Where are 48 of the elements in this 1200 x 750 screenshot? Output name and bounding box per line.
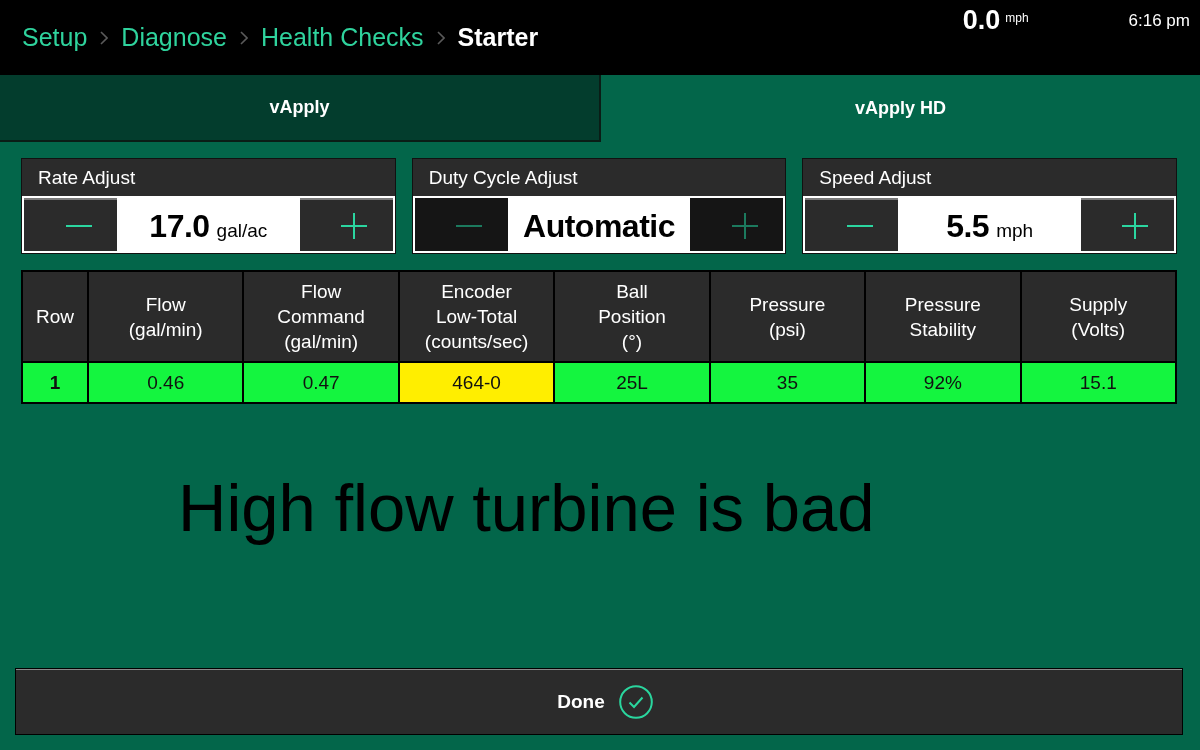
adjust-value: 5.5 — [946, 208, 990, 245]
column-header: Encoder Low-Total (counts/sec) — [399, 272, 554, 361]
chevron-right-icon — [436, 30, 445, 45]
column-header: Flow (gal/min) — [89, 272, 243, 361]
table-cell: 1 — [23, 363, 87, 402]
minus-icon — [456, 224, 483, 227]
done-button[interactable]: Done — [15, 668, 1183, 735]
decrease-button[interactable] — [24, 198, 117, 251]
adjust-value: Automatic — [523, 208, 675, 245]
column-header: Pressure (psi) — [710, 272, 865, 361]
breadcrumb-link[interactable]: Health Checks — [261, 23, 424, 52]
column-header: Ball Position (°) — [555, 272, 709, 361]
column-header: Supply (Volts) — [1021, 272, 1175, 361]
table-cell: 0.46 — [89, 363, 243, 402]
table-cell: 15.1 — [1021, 363, 1175, 402]
column-header: Row — [23, 272, 87, 361]
breadcrumb-link[interactable]: Starter — [457, 23, 539, 52]
plus-icon — [731, 212, 758, 239]
table-cell: 464-0 — [399, 363, 554, 402]
table-cell: 35 — [710, 363, 865, 402]
adjust-unit: mph — [996, 220, 1034, 242]
table-cell: 0.47 — [244, 363, 398, 402]
minus-icon — [846, 224, 873, 227]
note-text: High flow turbine is bad — [178, 470, 875, 546]
panel-title: Speed Adjust — [818, 166, 933, 190]
minus-icon — [65, 224, 92, 227]
clock-time: 6:16 pm — [1128, 10, 1190, 31]
breadcrumb-link[interactable]: Diagnose — [121, 23, 227, 52]
plus-icon — [1122, 212, 1149, 239]
column-header: Flow Command (gal/min) — [244, 272, 398, 361]
adjust-unit: gal/ac — [216, 220, 268, 242]
table-cell: 92% — [866, 363, 1020, 402]
adjust-value: 17.0 — [149, 208, 210, 245]
decrease-button[interactable] — [805, 198, 899, 251]
panel-title: Rate Adjust — [37, 166, 137, 190]
chevron-right-icon — [100, 30, 109, 45]
breadcrumb-link[interactable]: Setup — [22, 23, 88, 52]
panel-title: Duty Cycle Adjust — [427, 166, 579, 190]
increase-button[interactable] — [299, 198, 393, 251]
tab[interactable]: vApply — [0, 75, 601, 142]
speed-unit: mph — [1005, 10, 1029, 25]
column-header: Pressure Stability — [866, 272, 1020, 361]
plus-icon — [341, 212, 368, 239]
increase-button[interactable] — [1081, 198, 1174, 251]
check-circle-icon — [618, 684, 653, 719]
speed-value: 0.0 — [962, 5, 1001, 35]
table-cell: 25L — [555, 363, 709, 402]
chevron-right-icon — [240, 30, 248, 45]
